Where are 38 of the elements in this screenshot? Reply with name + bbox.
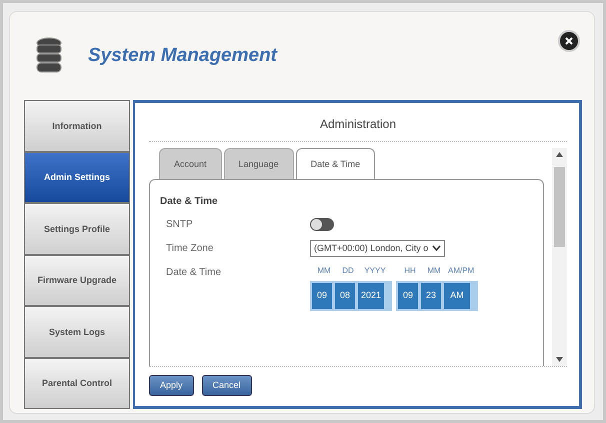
date-spinner[interactable]: AM [444,283,470,308]
window-title: System Management [88,44,278,68]
field-label: Time Zone [165,242,214,256]
close-icon [564,36,574,46]
date-spinner[interactable]: 23 [421,283,441,308]
date-spinner[interactable]: 09 [312,283,332,308]
tab[interactable]: Account [159,148,222,180]
unit-label: AM/PM [448,265,474,277]
tab[interactable]: Language [224,148,294,180]
scroll-down-icon[interactable] [556,356,563,362]
sidebar-item[interactable]: Information [24,100,130,152]
unit-label: DD [341,265,355,277]
sidebar-item[interactable]: Admin Settings [24,152,130,203]
apply-button[interactable]: Apply [149,374,194,396]
cancel-button[interactable]: Cancel [202,374,252,396]
chevron-down-icon [432,245,442,252]
field-label: Date & Time [165,266,222,280]
panel-title: Administration [318,116,398,133]
date-spinner[interactable]: 09 [398,283,418,308]
sidebar-item[interactable]: Settings Profile [24,203,130,254]
database-icon [36,37,62,75]
time-zone-select[interactable]: (GMT+00:00) London, City o [310,240,446,257]
date-spinner[interactable]: 2021 [358,283,384,308]
tab[interactable]: Date & Time [296,148,376,180]
sidebar-item[interactable]: System Logs [24,306,130,358]
unit-label: YYYY [363,265,387,277]
scroll-up-icon[interactable] [556,152,563,157]
unit-label: MM [426,265,442,277]
close-button[interactable] [558,30,580,52]
field-label: SNTP [165,218,194,232]
unit-label: HH [403,265,417,277]
sidebar-item[interactable]: Parental Control [24,358,130,409]
sntp-toggle[interactable] [310,218,334,230]
unit-label: MM [316,265,332,277]
scrollbar[interactable] [552,148,567,366]
date-spinner[interactable]: 08 [335,283,355,308]
sidebar-item[interactable]: Firmware Upgrade [24,254,130,306]
section-title: Date & Time [160,194,219,208]
